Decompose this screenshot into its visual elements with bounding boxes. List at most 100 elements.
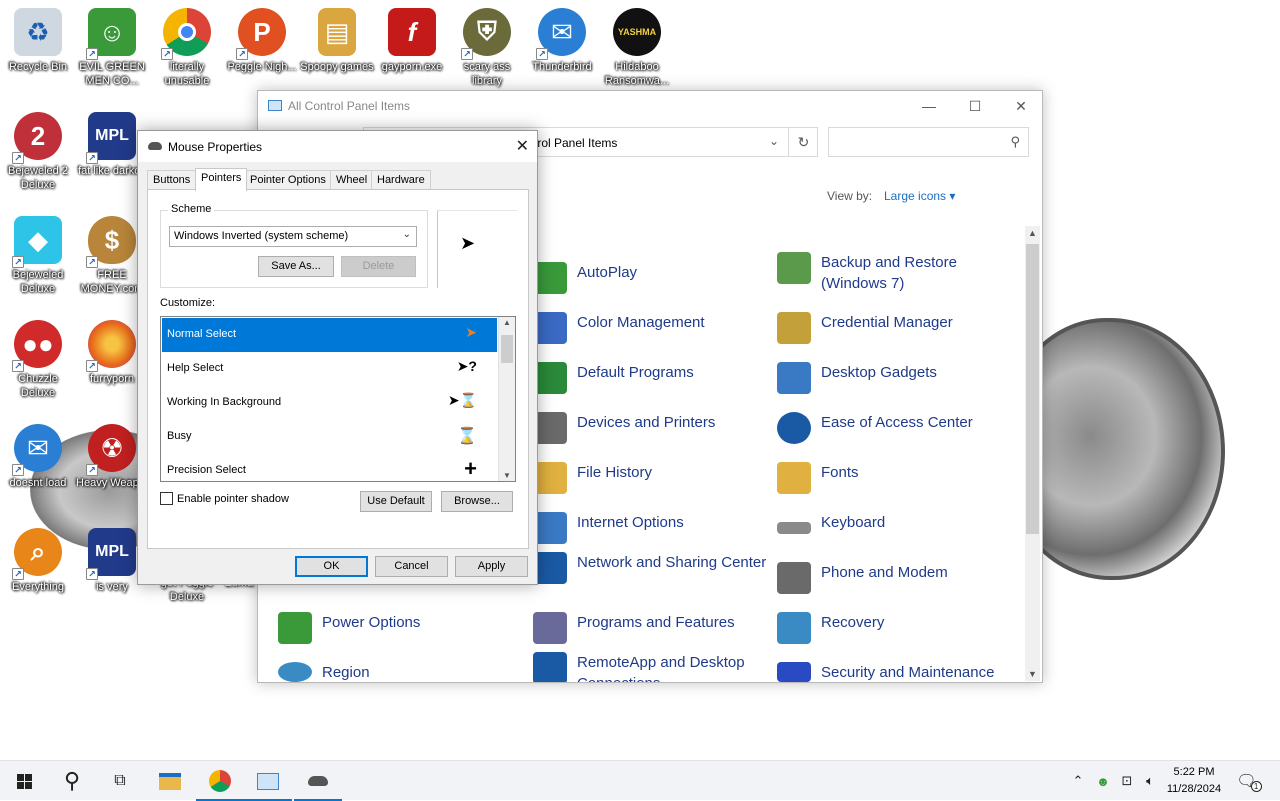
shield-icon: ⛨ ↗ — [461, 8, 511, 60]
search-icon: ⚲ — [1010, 134, 1020, 149]
pointer-list-scrollbar[interactable]: ▲ ▼ — [498, 317, 515, 481]
default-programs-icon — [533, 362, 567, 394]
pointer-row-help-select[interactable]: Help Select ➤? — [162, 352, 497, 386]
tab-pointers[interactable]: Pointers — [195, 168, 248, 191]
cp-item-security-maintenance[interactable]: Security and Maintenance — [777, 662, 1011, 683]
scheme-dropdown[interactable]: Windows Inverted (system scheme) ⌄ — [169, 226, 417, 247]
color-management-icon — [533, 312, 567, 344]
cp-item-programs-features[interactable]: Programs and Features — [533, 612, 767, 644]
minimize-button[interactable]: — — [906, 91, 952, 121]
cp-item-autoplay[interactable]: AutoPlay — [533, 262, 767, 294]
desktop-icon-recycle-bin[interactable]: ♻ Recycle Bin — [0, 8, 76, 74]
cp-item-region[interactable]: Region — [278, 662, 512, 683]
scroll-down-icon[interactable]: ▼ — [503, 471, 511, 480]
file-history-icon — [533, 462, 567, 494]
desktop-icon-scary-ass-library[interactable]: ⛨ ↗ scary ass library — [449, 8, 525, 88]
desktop-icon-evil-green-men[interactable]: ☺ ↗ EVIL GREEN MEN CO... — [74, 8, 150, 88]
cp-item-power-options[interactable]: Power Options — [278, 612, 512, 644]
pointer-row-normal-select[interactable]: Normal Select ➤ — [162, 318, 497, 352]
cp-item-file-history[interactable]: File History — [533, 462, 767, 494]
taskbar-control-panel[interactable] — [244, 761, 292, 801]
browse-button[interactable]: Browse... — [441, 491, 513, 512]
refresh-button[interactable]: ↻ — [788, 127, 818, 157]
tray-users-icon[interactable]: ☻ — [1092, 761, 1114, 801]
cp-item-desktop-gadgets[interactable]: Desktop Gadgets — [777, 362, 1011, 394]
cp-item-remoteapp[interactable]: RemoteApp and Desktop Connections — [533, 652, 767, 682]
scrollbar-thumb[interactable] — [501, 335, 513, 363]
taskbar-clock[interactable]: 5:22 PM 11/28/2024 — [1158, 764, 1230, 798]
pointer-row-busy[interactable]: Busy ⌛ — [162, 420, 497, 454]
desktop-icon-thunderbird[interactable]: ✉ ↗ Thunderbird — [524, 8, 600, 74]
save-as-button[interactable]: Save As... — [258, 256, 334, 277]
task-view-button[interactable]: ⧉ — [96, 761, 144, 801]
cp-item-default-programs[interactable]: Default Programs — [533, 362, 767, 394]
scroll-up-icon[interactable]: ▲ — [503, 318, 511, 327]
scroll-down-icon[interactable]: ▼ — [1028, 669, 1037, 679]
cp-item-ease-of-access[interactable]: Ease of Access Center — [777, 412, 1011, 444]
cp-item-keyboard[interactable]: Keyboard — [777, 512, 1011, 534]
checkbox-box[interactable] — [160, 492, 173, 505]
tab-wheel[interactable]: Wheel — [330, 170, 374, 190]
search-icon: ⚲ — [63, 768, 81, 793]
desktop-icon-gayporn-exe[interactable]: f gayporn.exe — [374, 8, 450, 74]
desktop-icon-spoopy-games[interactable]: ▤ Spoopy games — [299, 8, 375, 74]
vertical-scrollbar[interactable]: ▲ ▼ — [1025, 226, 1040, 681]
chrome-icon — [209, 770, 231, 792]
search-button[interactable]: ⚲ — [48, 761, 96, 801]
start-button[interactable] — [0, 761, 48, 801]
desktop-icon-bejeweled-2[interactable]: 2 ↗ Bejeweled 2 Deluxe — [0, 112, 76, 192]
scrollbar-thumb[interactable] — [1026, 244, 1039, 534]
chevron-down-icon[interactable]: ⌄ — [769, 134, 779, 148]
desktop-icon-bejeweled-deluxe[interactable]: ◆ ↗ Bejeweled Deluxe — [0, 216, 76, 296]
notification-center-button[interactable]: 🗨︎ 1 — [1234, 761, 1264, 801]
delete-button[interactable]: Delete — [341, 256, 416, 277]
search-input[interactable]: ⚲ — [828, 127, 1029, 157]
taskbar-file-explorer[interactable] — [146, 761, 194, 801]
volume-icon[interactable]: 🔈︎ — [1140, 761, 1160, 801]
cp-item-credential-manager[interactable]: Credential Manager — [777, 312, 1011, 344]
use-default-button[interactable]: Use Default — [360, 491, 432, 512]
taskbar-chrome[interactable] — [196, 761, 244, 801]
working-background-cursor-icon: ➤⌛ — [447, 392, 477, 408]
cp-item-network-sharing[interactable]: Network and Sharing Center — [533, 552, 767, 584]
control-panel-titlebar[interactable]: All Control Panel Items — ☐ ✕ — [258, 91, 1042, 121]
close-icon[interactable]: ✕ — [516, 136, 529, 156]
printer-icon — [533, 412, 567, 444]
enable-pointer-shadow-checkbox[interactable]: Enable pointer shadow — [160, 492, 289, 505]
cp-item-recovery[interactable]: Recovery — [777, 612, 1011, 644]
cp-item-phone-modem[interactable]: Phone and Modem — [777, 562, 1011, 594]
pointer-row-working-background[interactable]: Working In Background ➤⌛ — [162, 386, 497, 420]
cp-item-fonts[interactable]: Fonts — [777, 462, 1011, 494]
pointer-row-precision-select[interactable]: Precision Select + — [162, 454, 497, 481]
desktop-icon-hildaboo-ransomware[interactable]: YASHMA Hildaboo Ransomwa... — [599, 8, 675, 88]
tray-overflow-chevron-icon[interactable]: ⌃ — [1068, 761, 1088, 801]
recovery-icon — [777, 612, 811, 644]
view-by-dropdown[interactable]: Large icons ▾ — [884, 189, 955, 203]
desktop-icon-peggle-nights[interactable]: P ↗ Peggle Nigh... — [224, 8, 300, 74]
tab-pointer-options[interactable]: Pointer Options — [244, 170, 332, 190]
dialog-titlebar[interactable]: Mouse Properties ✕ — [138, 131, 537, 162]
fonts-icon — [777, 462, 811, 494]
desktop-icon-literally-unusable[interactable]: ↗ literally unusable — [149, 8, 225, 88]
cp-item-backup-restore[interactable]: Backup and Restore (Windows 7) — [777, 252, 1011, 294]
taskbar-mouse-properties[interactable] — [294, 761, 342, 801]
scroll-up-icon[interactable]: ▲ — [1028, 228, 1037, 238]
network-icon[interactable]: ⊡ — [1116, 761, 1138, 801]
programs-icon — [533, 612, 567, 644]
users-icon: ☺ ↗ — [86, 8, 136, 60]
cp-item-internet-options[interactable]: Internet Options — [533, 512, 767, 544]
tab-buttons[interactable]: Buttons — [147, 170, 197, 190]
apply-button[interactable]: Apply — [455, 556, 528, 577]
cp-item-color-management[interactable]: Color Management — [533, 312, 767, 344]
desktop-icon-everything[interactable]: ⌕ ↗ Everything — [0, 528, 76, 594]
pointer-list[interactable]: Normal Select ➤ Help Select ➤? Working I… — [160, 316, 516, 482]
desktop-icon-doesnt-load[interactable]: ✉ ↗ doesnt load — [0, 424, 76, 490]
maximize-button[interactable]: ☐ — [952, 91, 998, 121]
desktop-icon-chuzzle-deluxe[interactable]: ●● ↗ Chuzzle Deluxe — [0, 320, 76, 400]
tab-hardware[interactable]: Hardware — [371, 170, 431, 190]
ok-button[interactable]: OK — [295, 556, 368, 577]
close-button[interactable]: ✕ — [998, 91, 1044, 121]
cancel-button[interactable]: Cancel — [375, 556, 448, 577]
mouse-properties-dialog[interactable]: Mouse Properties ✕ Buttons Pointers Poin… — [137, 130, 538, 585]
cp-item-devices-printers[interactable]: Devices and Printers — [533, 412, 767, 444]
